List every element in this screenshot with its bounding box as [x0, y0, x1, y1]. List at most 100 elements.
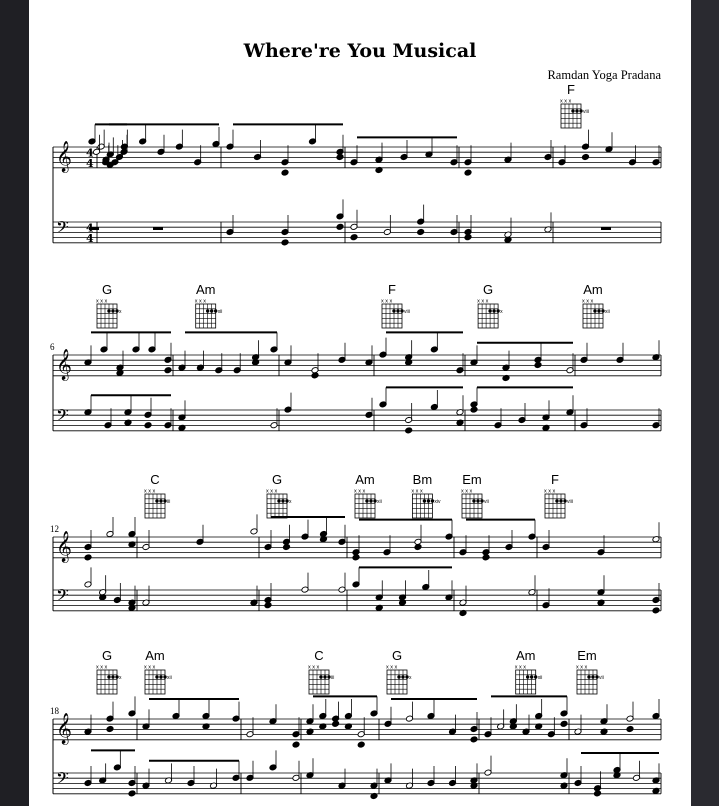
- treble-clef: 𝄞: [56, 530, 72, 563]
- note-head: [464, 234, 472, 241]
- finger-dot: [472, 499, 476, 503]
- finger-dot: [426, 499, 431, 503]
- finger-dot: [365, 499, 369, 503]
- note-head: [350, 234, 358, 241]
- note-head: [482, 554, 490, 561]
- chord-name: G: [483, 282, 493, 297]
- chord-name: F: [388, 282, 396, 297]
- fret-number: x: [119, 309, 122, 315]
- bass-measure: [84, 394, 172, 429]
- finger-dot: [492, 309, 496, 313]
- fret-number: xii: [538, 675, 543, 681]
- note-head: [106, 725, 114, 733]
- note-head: [292, 741, 300, 748]
- finger-dot: [526, 675, 530, 679]
- treble-measure: [464, 140, 552, 176]
- muted-strings: x x x: [515, 665, 527, 671]
- muted-strings: x x x: [308, 665, 320, 671]
- chord-diagram: x x x iii: [308, 665, 334, 695]
- fret-number: viii: [404, 309, 410, 315]
- fret-number: vii: [599, 675, 604, 681]
- treble-measure: [246, 704, 300, 748]
- bass-clef: 𝄢: [56, 585, 69, 609]
- muted-strings: x x x: [386, 665, 398, 671]
- note-head: [281, 239, 289, 246]
- finger-dot: [281, 499, 285, 503]
- treble-measure: [142, 514, 258, 551]
- fret-number: x: [500, 309, 503, 315]
- fret-number: iii: [167, 499, 170, 505]
- treble-measure: [84, 517, 136, 561]
- chord-diagram: x x xx: [96, 299, 122, 329]
- chord-diagram: x x x viii: [560, 99, 589, 129]
- chord-name: Am: [145, 648, 165, 663]
- viewer-right-edge: [691, 0, 719, 806]
- finger-dot: [555, 499, 559, 503]
- finger-dot: [396, 309, 400, 313]
- note-head: [560, 720, 568, 727]
- bass-measure: [84, 749, 136, 797]
- treble-measure: [352, 518, 453, 561]
- diagram-frame: [308, 669, 330, 695]
- treble-measure: [226, 123, 344, 176]
- treble-measure: [558, 129, 660, 166]
- finger-dot: [210, 309, 214, 313]
- fret-number: x: [119, 675, 122, 681]
- finger-dot: [575, 109, 579, 113]
- note-head: [282, 543, 291, 551]
- note-head: [331, 720, 340, 727]
- treble-clef: 𝄞: [56, 348, 72, 381]
- diagram-frame: [576, 669, 598, 695]
- note-head: [470, 406, 478, 413]
- chord-diagram: x x xx: [386, 665, 412, 695]
- note-head: [128, 790, 136, 797]
- finger-dot: [397, 675, 401, 679]
- chord-diagram: x x x xii: [515, 665, 543, 695]
- chord-name: Am: [516, 648, 536, 663]
- diagram-frame: [144, 669, 166, 695]
- chord-diagram: x x xx: [477, 299, 503, 329]
- diagram-frame: [515, 669, 537, 695]
- note-head: [264, 602, 272, 609]
- whole-rest: [89, 227, 99, 230]
- bass-measure: [178, 400, 278, 431]
- note-head: [414, 543, 422, 551]
- bass-measure: [464, 212, 552, 243]
- fret-number: vii: [484, 499, 489, 505]
- diagram-frame: [144, 493, 166, 519]
- bass-measure: [484, 755, 568, 789]
- chord-name: Am: [355, 472, 375, 487]
- finger-dot: [319, 675, 323, 679]
- note-head: [581, 153, 590, 161]
- bass-measure: [542, 575, 660, 614]
- treble-clef: 𝄞: [56, 140, 72, 173]
- chord-name: Bm: [413, 472, 433, 487]
- finger-dot: [323, 675, 327, 679]
- note-head: [534, 361, 542, 369]
- fret-number: viii: [583, 109, 589, 115]
- treble-measure: [542, 522, 660, 556]
- fret-number: xii: [605, 309, 610, 315]
- note-head: [164, 367, 172, 374]
- note-head: [281, 169, 289, 176]
- bass-measure: [379, 386, 464, 434]
- chord-diagram: x x xxii: [144, 665, 172, 695]
- treble-measure: [459, 518, 536, 561]
- bass-measure: [470, 386, 574, 431]
- bass-measure: [153, 227, 163, 230]
- chord-name: G: [102, 282, 112, 297]
- whole-rest: [153, 227, 163, 230]
- bass-measure: [306, 758, 378, 800]
- bass-measure: [264, 572, 346, 609]
- fret-number: xii: [218, 309, 223, 315]
- chord-name: Em: [577, 648, 597, 663]
- finger-dot: [107, 675, 111, 679]
- treble-measure: [264, 516, 346, 551]
- bass-measure: [284, 392, 373, 418]
- bass-measure: [246, 750, 300, 781]
- chord-diagram: x x xxii: [195, 299, 223, 329]
- bass-measure: [459, 575, 536, 617]
- chord-name: Am: [196, 282, 216, 297]
- chord-diagram: x x x vii: [576, 665, 604, 695]
- note-head: [470, 736, 478, 743]
